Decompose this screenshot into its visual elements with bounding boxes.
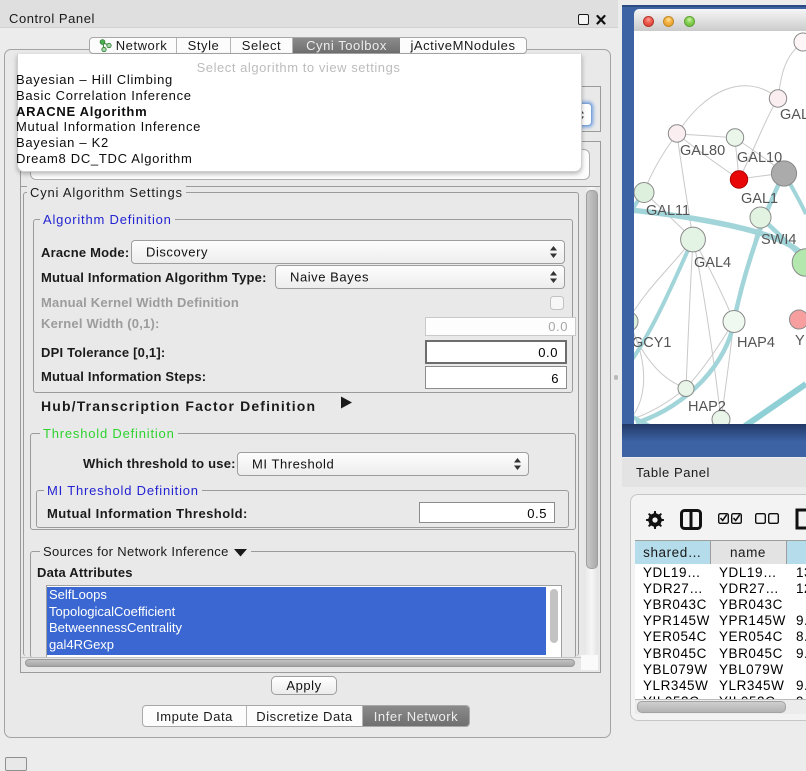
svg-text:HAP4: HAP4 <box>737 335 775 351</box>
svg-text:GAL80: GAL80 <box>680 143 725 159</box>
svg-text:GAL7: GAL7 <box>780 107 806 123</box>
svg-text:GCY1: GCY1 <box>634 335 672 351</box>
svg-text:HAP2: HAP2 <box>688 399 726 415</box>
svg-text:SWI4: SWI4 <box>761 232 796 248</box>
svg-text:GAL11: GAL11 <box>646 203 690 219</box>
svg-text:GAL10: GAL10 <box>737 150 782 166</box>
svg-text:GAL4: GAL4 <box>694 255 731 271</box>
svg-text:Y: Y <box>795 333 805 349</box>
svg-text:GAL1: GAL1 <box>741 191 778 207</box>
